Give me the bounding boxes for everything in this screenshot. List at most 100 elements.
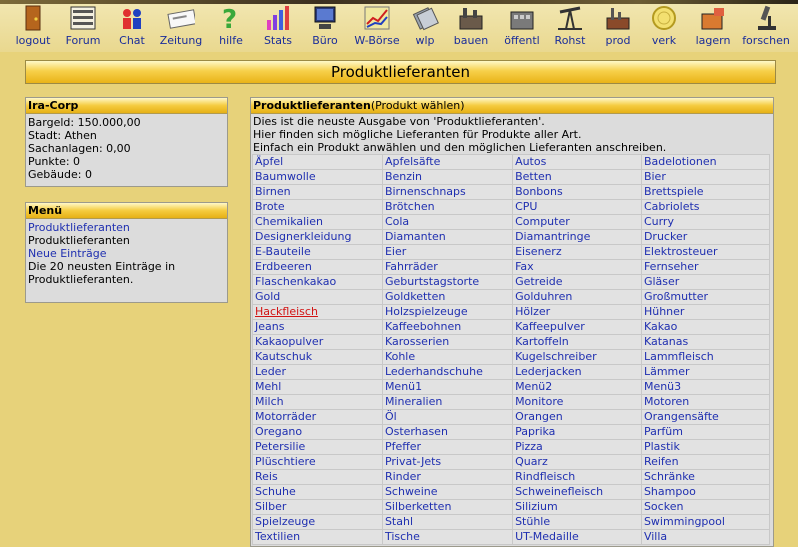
product-link[interactable]: Privat-Jets bbox=[381, 454, 514, 470]
product-link[interactable]: Rindfleisch bbox=[512, 469, 642, 485]
product-link[interactable]: Osterhasen bbox=[381, 424, 514, 440]
product-link[interactable]: Mehl bbox=[252, 379, 383, 395]
product-link[interactable]: Bonbons bbox=[512, 184, 642, 200]
product-link[interactable]: Kaffeebohnen bbox=[381, 319, 514, 335]
product-link[interactable]: Menü3 bbox=[640, 379, 771, 395]
product-link[interactable]: Cola bbox=[381, 214, 514, 230]
product-link[interactable]: Schränke bbox=[640, 469, 771, 485]
product-link[interactable]: Reis bbox=[252, 469, 383, 485]
product-link[interactable]: Plastik bbox=[640, 439, 771, 455]
product-link[interactable]: Stühle bbox=[512, 514, 642, 530]
product-link[interactable]: UT-Medaille bbox=[512, 529, 642, 545]
product-link[interactable]: Silberketten bbox=[381, 499, 514, 515]
product-link[interactable]: Kautschuk bbox=[252, 349, 383, 365]
toolbar-wlp[interactable]: wlp bbox=[410, 4, 440, 47]
product-link[interactable]: Gläser bbox=[640, 274, 771, 290]
menu-link-produktlieferanten[interactable]: Produktlieferanten bbox=[28, 221, 130, 234]
product-link[interactable]: Pizza bbox=[512, 439, 642, 455]
product-link[interactable]: Milch bbox=[252, 394, 383, 410]
toolbar-w-boerse[interactable]: W-Börse bbox=[352, 4, 402, 47]
product-link[interactable]: Betten bbox=[512, 169, 642, 185]
product-link[interactable]: Fahrräder bbox=[381, 259, 514, 275]
product-link[interactable]: Getreide bbox=[512, 274, 642, 290]
product-link[interactable]: Autos bbox=[512, 154, 642, 170]
product-link[interactable]: Öl bbox=[381, 409, 514, 425]
product-link[interactable]: Kaffeepulver bbox=[512, 319, 642, 335]
product-link[interactable]: Reifen bbox=[640, 454, 771, 470]
product-link[interactable]: Baumwolle bbox=[252, 169, 383, 185]
product-link[interactable]: Diamanten bbox=[381, 229, 514, 245]
product-link[interactable]: Brötchen bbox=[381, 199, 514, 215]
product-link[interactable]: Lammfleisch bbox=[640, 349, 771, 365]
product-link[interactable]: Fax bbox=[512, 259, 642, 275]
toolbar-bauen[interactable]: bauen bbox=[452, 4, 490, 47]
product-link[interactable]: Spielzeuge bbox=[252, 514, 383, 530]
product-link[interactable]: Äpfel bbox=[252, 154, 383, 170]
product-link[interactable]: Orangen bbox=[512, 409, 642, 425]
product-link[interactable]: Swimmingpool bbox=[640, 514, 771, 530]
product-link[interactable]: Holzspielzeuge bbox=[381, 304, 514, 320]
product-link[interactable]: Birnen bbox=[252, 184, 383, 200]
product-link[interactable]: Katanas bbox=[640, 334, 771, 350]
product-link[interactable]: Schweine bbox=[381, 484, 514, 500]
product-link[interactable]: Jeans bbox=[252, 319, 383, 335]
product-link[interactable]: Karosserien bbox=[381, 334, 514, 350]
product-link[interactable]: Apfelsäfte bbox=[381, 154, 514, 170]
product-link[interactable]: Mineralien bbox=[381, 394, 514, 410]
product-link[interactable]: Computer bbox=[512, 214, 642, 230]
product-link[interactable]: Lederhandschuhe bbox=[381, 364, 514, 380]
product-link[interactable]: Eisenerz bbox=[512, 244, 642, 260]
product-link[interactable]: Schweinefleisch bbox=[512, 484, 642, 500]
product-link[interactable]: Leder bbox=[252, 364, 383, 380]
toolbar-oeffentl[interactable]: öffentl bbox=[500, 4, 544, 47]
product-link[interactable]: Stahl bbox=[381, 514, 514, 530]
product-link[interactable]: Golduhren bbox=[512, 289, 642, 305]
product-link[interactable]: Eier bbox=[381, 244, 514, 260]
product-link[interactable]: Cabriolets bbox=[640, 199, 771, 215]
toolbar-forum[interactable]: Forum bbox=[62, 4, 104, 47]
product-link[interactable]: Quarz bbox=[512, 454, 642, 470]
product-link[interactable]: Benzin bbox=[381, 169, 514, 185]
product-link[interactable]: Kakao bbox=[640, 319, 771, 335]
product-link[interactable]: Hackfleisch bbox=[252, 304, 383, 320]
product-link[interactable]: Birnenschnaps bbox=[381, 184, 514, 200]
product-link[interactable]: Erdbeeren bbox=[252, 259, 383, 275]
product-link[interactable]: Tische bbox=[381, 529, 514, 545]
toolbar-logout[interactable]: logout bbox=[14, 4, 52, 47]
toolbar-rohst[interactable]: Rohst bbox=[552, 4, 588, 47]
product-link[interactable]: Hühner bbox=[640, 304, 771, 320]
product-link[interactable]: Socken bbox=[640, 499, 771, 515]
product-link[interactable]: Shampoo bbox=[640, 484, 771, 500]
product-link[interactable]: Diamantringe bbox=[512, 229, 642, 245]
product-link[interactable]: Kakaopulver bbox=[252, 334, 383, 350]
product-link[interactable]: Orangensäfte bbox=[640, 409, 771, 425]
product-link[interactable]: Fernseher bbox=[640, 259, 771, 275]
product-link[interactable]: Drucker bbox=[640, 229, 771, 245]
product-link[interactable]: Geburtstagstorte bbox=[381, 274, 514, 290]
product-link[interactable]: Lämmer bbox=[640, 364, 771, 380]
product-link[interactable]: Rinder bbox=[381, 469, 514, 485]
product-link[interactable]: Menü1 bbox=[381, 379, 514, 395]
product-link[interactable]: Goldketten bbox=[381, 289, 514, 305]
toolbar-forschen[interactable]: forschen bbox=[740, 4, 792, 47]
product-link[interactable]: Paprika bbox=[512, 424, 642, 440]
product-link[interactable]: Großmutter bbox=[640, 289, 771, 305]
product-link[interactable]: Badelotionen bbox=[640, 154, 771, 170]
product-link[interactable]: E-Bauteile bbox=[252, 244, 383, 260]
product-link[interactable]: Brote bbox=[252, 199, 383, 215]
toolbar-prod[interactable]: prod bbox=[602, 4, 634, 47]
product-link[interactable]: Brettspiele bbox=[640, 184, 771, 200]
product-link[interactable]: Kugelschreiber bbox=[512, 349, 642, 365]
product-link[interactable]: Hölzer bbox=[512, 304, 642, 320]
toolbar-hilfe[interactable]: ? hilfe bbox=[214, 4, 248, 47]
product-link[interactable]: Flaschenkakao bbox=[252, 274, 383, 290]
product-link[interactable]: Designerkleidung bbox=[252, 229, 383, 245]
toolbar-verk[interactable]: verk bbox=[648, 4, 680, 47]
toolbar-lagern[interactable]: lagern bbox=[694, 4, 732, 47]
product-link[interactable]: Oregano bbox=[252, 424, 383, 440]
toolbar-buero[interactable]: Büro bbox=[308, 4, 342, 47]
product-link[interactable]: Monitore bbox=[512, 394, 642, 410]
product-link[interactable]: Petersilie bbox=[252, 439, 383, 455]
product-link[interactable]: Pfeffer bbox=[381, 439, 514, 455]
product-link[interactable]: Kohle bbox=[381, 349, 514, 365]
